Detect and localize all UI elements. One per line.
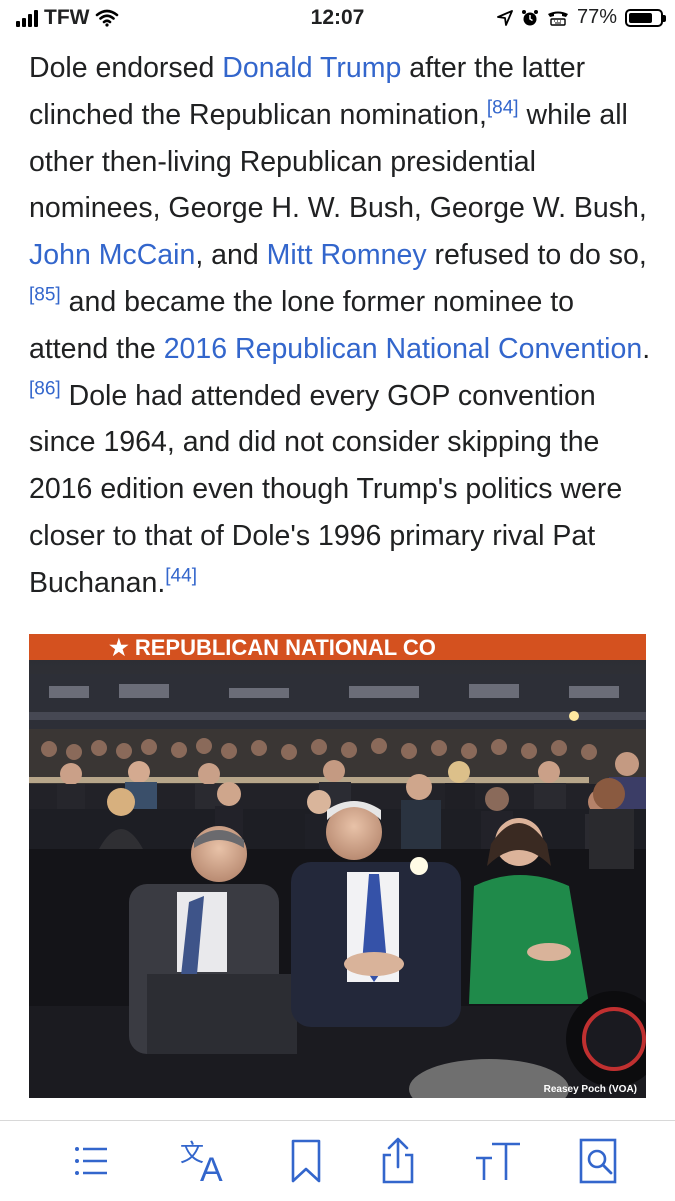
citation-ref[interactable]: [84] — [487, 97, 519, 118]
citation-ref[interactable]: [85] — [29, 284, 61, 305]
banner-text: ★ REPUBLICAN NATIONAL CO — [109, 635, 436, 660]
article-text: Dole endorsed — [29, 52, 223, 84]
battery-icon — [625, 8, 666, 27]
bookmark-icon — [291, 1139, 321, 1183]
text-size-icon — [476, 1142, 520, 1180]
article-link[interactable]: John McCain — [29, 239, 195, 271]
bottom-toolbar: 文 A — [0, 1120, 675, 1201]
share-icon — [382, 1137, 414, 1184]
status-bar: TFW 12:07 77% — [0, 0, 675, 36]
status-right: 77% — [497, 6, 666, 29]
article-link[interactable]: Donald Trump — [222, 52, 401, 84]
text-size-button[interactable] — [470, 1133, 526, 1189]
battery-percent: 77% — [576, 6, 617, 28]
share-button[interactable] — [370, 1133, 426, 1189]
find-in-page-button[interactable] — [570, 1133, 626, 1189]
article-photo[interactable]: ★ REPUBLICAN NATIONAL CO Reasey Poch (VO… — [29, 634, 646, 1098]
citation-ref[interactable]: [44] — [165, 565, 197, 586]
tty-icon — [547, 11, 568, 26]
citation-ref[interactable]: [86] — [29, 378, 61, 399]
location-icon — [497, 9, 513, 26]
article-text: Dole had attended every GOP convention s… — [29, 379, 623, 599]
article-link[interactable]: Mitt Romney — [267, 239, 427, 271]
alarm-icon — [521, 9, 538, 25]
photo-image: ★ REPUBLICAN NATIONAL CO Reasey Poch (VO… — [29, 634, 646, 1098]
bookmark-button[interactable] — [278, 1133, 334, 1189]
language-icon: 文 A — [180, 1139, 223, 1185]
article-link[interactable]: 2016 Republican National Convention — [164, 333, 643, 365]
contents-button[interactable] — [63, 1133, 119, 1189]
language-button[interactable]: 文 A — [178, 1133, 234, 1189]
article-text: . — [642, 332, 651, 365]
battery-level — [629, 12, 653, 23]
contents-icon — [75, 1147, 107, 1175]
svg-text:A: A — [200, 1151, 223, 1185]
article-text: refused to do so, — [426, 239, 647, 272]
article-paragraph: Dole endorsed Donald Trump after the lat… — [29, 45, 654, 607]
article-text: , and — [195, 239, 267, 272]
find-in-page-icon — [579, 1138, 617, 1184]
photo-credit: Reasey Poch (VOA) — [544, 1084, 637, 1095]
